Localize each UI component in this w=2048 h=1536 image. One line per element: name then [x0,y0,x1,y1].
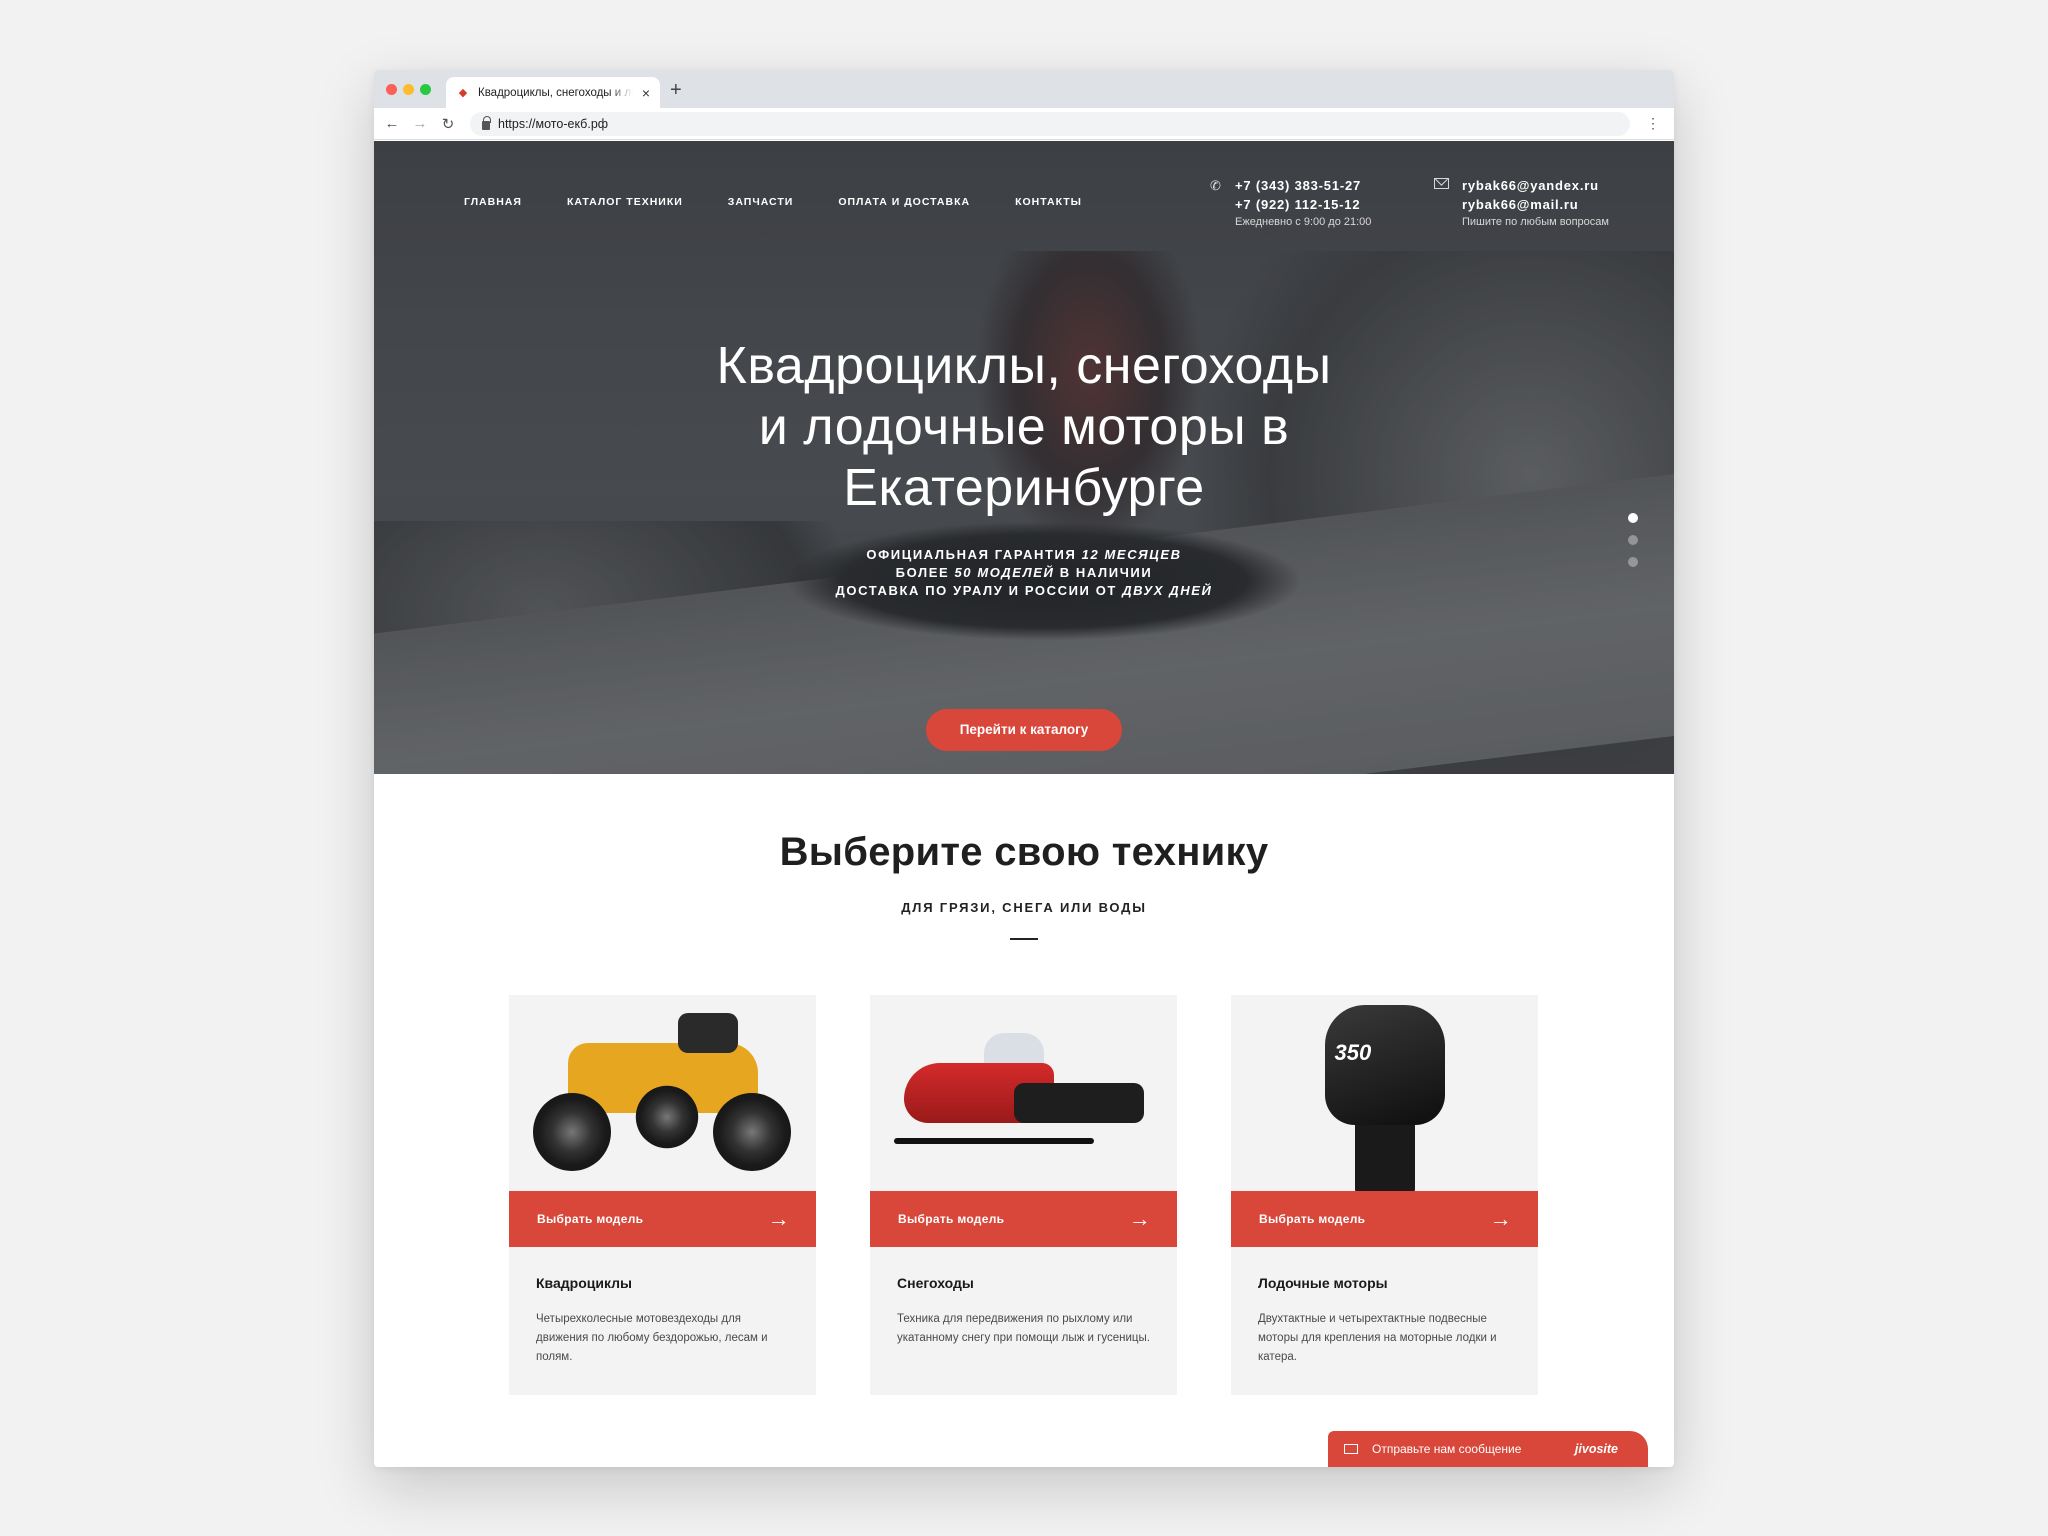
atv-illustration [528,1003,798,1183]
email-address[interactable]: rybak66@yandex.ru [1462,176,1609,195]
hero-feature-text: ОФИЦИАЛЬНАЯ ГАРАНТИЯ [866,547,1082,562]
email-note: Пишите по любым вопросам [1462,216,1609,228]
boat-motor-image[interactable]: 350 [1231,995,1538,1191]
hero-feature-emphasis: 50 МОДЕЛЕЙ [954,565,1055,580]
hero-feature-emphasis: 12 МЕСЯЦЕВ [1081,547,1182,562]
envelope-icon [1344,1444,1358,1454]
snowmobile-illustration [884,1013,1164,1173]
favicon-icon: ◆ [458,86,468,99]
hero-title-line: Квадроциклы, снегоходы [716,337,1332,395]
arrow-right-icon: → [1128,1206,1151,1231]
category-card-boat-motors: 350 Выбрать модель → Лодочные моторы Дву… [1231,995,1538,1395]
nav-item-payment-delivery[interactable]: ОПЛАТА И ДОСТАВКА [838,196,970,208]
minimize-window-button[interactable] [403,84,414,95]
card-description: Техника для передвижения по рыхлому или … [897,1313,1150,1344]
lock-icon [482,115,491,130]
hero-banner: ГЛАВНАЯ КАТАЛОГ ТЕХНИКИ ЗАПЧАСТИ ОПЛАТА … [374,141,1674,774]
phone-number[interactable]: +7 (922) 112-15-12 [1235,195,1371,214]
hero-feature-delivery: ДОСТАВКА ПО УРАЛУ И РОССИИ ОТ ДВУХ ДНЕЙ [374,582,1674,600]
slider-dot[interactable] [1628,513,1638,523]
hero-feature-models: БОЛЕЕ 50 МОДЕЛЕЙ В НАЛИЧИИ [374,564,1674,582]
snowmobile-image[interactable] [870,995,1177,1191]
browser-window: ◆ Квадроциклы, снегоходы и лодочные мото… [374,70,1674,1467]
nav-item-contacts[interactable]: КОНТАКТЫ [1015,196,1082,208]
browser-toolbar: ← → ↻ https://мото-екб.рф ⋮ [374,108,1674,140]
card-title[interactable]: Лодочные моторы [1258,1275,1388,1291]
category-card-snowmobile: Выбрать модель → Снегоходы Техника для п… [870,995,1177,1395]
chat-widget[interactable]: Отправьте нам сообщение jivosite [1328,1431,1648,1467]
back-arrow-icon[interactable]: ← [378,115,406,132]
boat-motor-illustration: 350 [1305,995,1465,1191]
maximize-window-button[interactable] [420,84,431,95]
hero-features: ОФИЦИАЛЬНАЯ ГАРАНТИЯ 12 МЕСЯЦЕВ БОЛЕЕ 50… [374,546,1674,600]
hero-feature-text: БОЛЕЕ [895,565,955,580]
browser-menu-icon[interactable]: ⋮ [1646,116,1660,130]
hero-feature-text: В НАЛИЧИИ [1054,565,1153,580]
hero-title-line: и лодочные моторы в [758,398,1290,456]
working-hours: Ежедневно с 9:00 до 21:00 [1235,216,1372,228]
forward-arrow-icon[interactable]: → [406,115,434,132]
slider-dot[interactable] [1628,557,1638,567]
reload-icon[interactable]: ↻ [434,115,462,133]
browser-tab-strip: ◆ Квадроциклы, снегоходы и лодочные мото… [374,70,1674,108]
chat-widget-label: Отправьте нам сообщение [1372,1442,1522,1456]
slider-pagination [1628,513,1638,579]
section-title: Выберите свою технику [779,830,1269,874]
email-address[interactable]: rybak66@mail.ru [1462,195,1609,214]
choose-model-button[interactable]: Выбрать модель → [870,1191,1177,1247]
chat-brand-logo: jivosite [1574,1442,1618,1456]
url-text: https://мото-екб.рф [498,117,609,131]
hero-feature-text: ДОСТАВКА ПО УРАЛУ И РОССИИ ОТ [835,583,1123,598]
choose-model-label: Выбрать модель [537,1212,644,1226]
nav-item-parts[interactable]: ЗАПЧАСТИ [728,196,794,208]
tab-close-icon[interactable]: × [642,85,650,101]
browser-tab[interactable]: ◆ Квадроциклы, снегоходы и лодочные мото… [446,77,660,108]
hero-feature-emphasis: ДВУХ ДНЕЙ [1122,583,1213,598]
choose-model-label: Выбрать модель [898,1212,1005,1226]
choose-model-label: Выбрать модель [1259,1212,1366,1226]
arrow-right-icon: → [767,1206,790,1231]
motor-model-label: 350 [1334,1040,1372,1065]
mail-icon [1434,178,1449,189]
choose-model-button[interactable]: Выбрать модель → [1231,1191,1538,1247]
hero-title-line: Екатеринбурге [843,459,1205,517]
section-subtitle: ДЛЯ ГРЯЗИ, СНЕГА ИЛИ ВОДЫ [901,900,1147,915]
tab-title: Квадроциклы, снегоходы и лодочные моторы [478,86,633,99]
card-description: Двухтактные и четырехтактные подвесные м… [1258,1313,1497,1363]
phone-number[interactable]: +7 (343) 383-51-27 [1235,176,1371,195]
close-window-button[interactable] [386,84,397,95]
main-navigation: ГЛАВНАЯ КАТАЛОГ ТЕХНИКИ ЗАПЧАСТИ ОПЛАТА … [464,196,1127,208]
card-title[interactable]: Квадроциклы [536,1275,632,1291]
new-tab-button[interactable]: + [670,79,682,102]
address-bar[interactable]: https://мото-екб.рф [470,112,1630,136]
section-divider [1010,938,1038,940]
nav-item-catalog[interactable]: КАТАЛОГ ТЕХНИКИ [567,196,683,208]
card-title[interactable]: Снегоходы [897,1275,974,1291]
hero-feature-warranty: ОФИЦИАЛЬНАЯ ГАРАНТИЯ 12 МЕСЯЦЕВ [374,546,1674,564]
phone-contacts: +7 (343) 383-51-27 +7 (922) 112-15-12 Еж… [1235,176,1371,231]
slider-dot[interactable] [1628,535,1638,545]
choose-model-button[interactable]: Выбрать модель → [509,1191,816,1247]
arrow-right-icon: → [1489,1206,1512,1231]
email-contacts: rybak66@yandex.ru rybak66@mail.ru Пишите… [1462,176,1609,231]
go-to-catalog-button[interactable]: Перейти к каталогу [926,709,1122,751]
nav-item-home[interactable]: ГЛАВНАЯ [464,196,522,208]
hero-title: Квадроциклы, снегоходы и лодочные моторы… [374,336,1674,519]
atv-image[interactable] [509,995,816,1191]
card-description: Четырехколесные мотовездеходы для движен… [536,1313,768,1363]
category-card-atv: Выбрать модель → Квадроциклы Четырехколе… [509,995,816,1395]
phone-icon: ✆ [1210,178,1221,193]
